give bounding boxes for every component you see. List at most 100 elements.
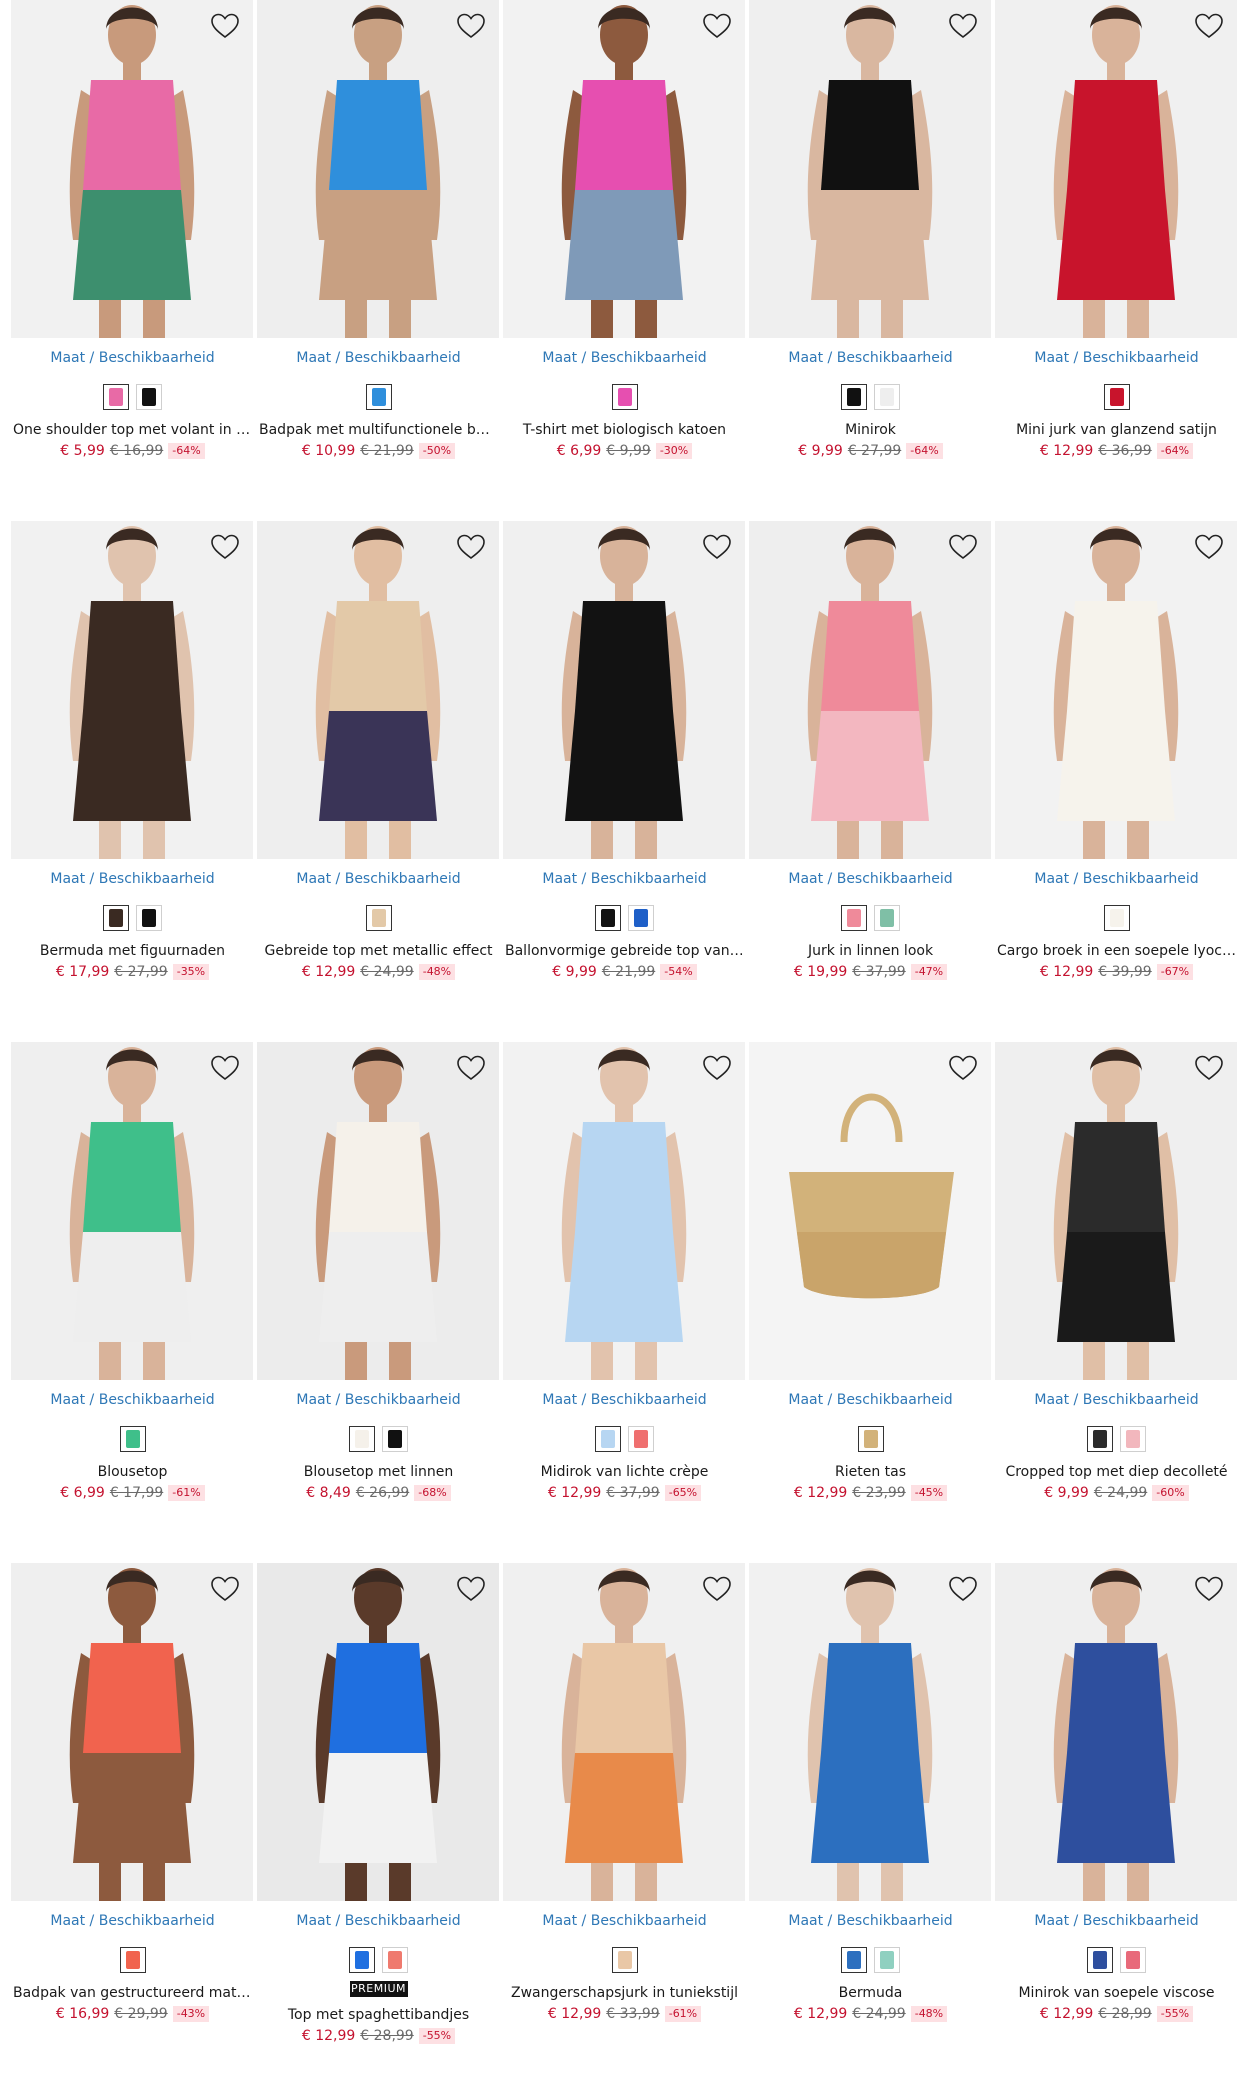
color-swatch[interactable] — [874, 905, 900, 931]
product-image[interactable] — [503, 1563, 745, 1901]
color-swatch[interactable] — [119, 1947, 146, 1973]
wishlist-heart-icon[interactable] — [947, 1052, 979, 1084]
color-swatch[interactable] — [136, 384, 162, 410]
color-swatch[interactable] — [841, 384, 867, 410]
product-name[interactable]: Jurk in linnen look — [749, 942, 992, 960]
wishlist-heart-icon[interactable] — [1193, 531, 1225, 563]
product-name[interactable]: Blousetop — [11, 1463, 254, 1481]
size-availability-link[interactable]: Maat / Beschikbaarheid — [749, 870, 992, 888]
product-image[interactable] — [11, 1563, 253, 1901]
wishlist-heart-icon[interactable] — [947, 1573, 979, 1605]
product-name[interactable]: Mini jurk van glanzend satijn — [995, 421, 1238, 439]
size-availability-link[interactable]: Maat / Beschikbaarheid — [11, 349, 254, 367]
product-name[interactable]: Minirok — [749, 421, 992, 439]
size-availability-link[interactable]: Maat / Beschikbaarheid — [995, 870, 1238, 888]
product-image[interactable] — [749, 521, 991, 859]
size-availability-link[interactable]: Maat / Beschikbaarheid — [257, 1391, 500, 1409]
size-availability-link[interactable]: Maat / Beschikbaarheid — [503, 1912, 746, 1930]
color-swatch[interactable] — [841, 1947, 867, 1973]
color-swatch[interactable] — [349, 1947, 375, 1973]
wishlist-heart-icon[interactable] — [701, 1052, 733, 1084]
wishlist-heart-icon[interactable] — [701, 10, 733, 42]
product-name[interactable]: Zwangerschapsjurk in tuniekstijl — [503, 1984, 746, 2002]
wishlist-heart-icon[interactable] — [947, 531, 979, 563]
product-name[interactable]: Midirok van lichte crèpe — [503, 1463, 746, 1481]
product-image[interactable] — [995, 1563, 1237, 1901]
color-swatch[interactable] — [1087, 1426, 1113, 1452]
color-swatch[interactable] — [595, 905, 621, 931]
size-availability-link[interactable]: Maat / Beschikbaarheid — [749, 1912, 992, 1930]
color-swatch[interactable] — [382, 1947, 408, 1973]
product-name[interactable]: Badpak van gestructureerd materia... — [11, 1984, 254, 2002]
product-image[interactable] — [257, 0, 499, 338]
color-swatch[interactable] — [857, 1426, 884, 1452]
color-swatch[interactable] — [874, 384, 900, 410]
product-name[interactable]: One shoulder top met volant in een... — [11, 421, 254, 439]
wishlist-heart-icon[interactable] — [1193, 1573, 1225, 1605]
color-swatch[interactable] — [1103, 905, 1130, 931]
wishlist-heart-icon[interactable] — [455, 1052, 487, 1084]
wishlist-heart-icon[interactable] — [455, 1573, 487, 1605]
color-swatch[interactable] — [628, 1426, 654, 1452]
size-availability-link[interactable]: Maat / Beschikbaarheid — [995, 349, 1238, 367]
product-image[interactable] — [749, 1042, 991, 1380]
wishlist-heart-icon[interactable] — [209, 10, 241, 42]
size-availability-link[interactable]: Maat / Beschikbaarheid — [995, 1912, 1238, 1930]
color-swatch[interactable] — [628, 905, 654, 931]
wishlist-heart-icon[interactable] — [1193, 10, 1225, 42]
color-swatch[interactable] — [1103, 384, 1130, 410]
product-image[interactable] — [503, 0, 745, 338]
size-availability-link[interactable]: Maat / Beschikbaarheid — [257, 870, 500, 888]
product-image[interactable] — [257, 521, 499, 859]
product-name[interactable]: Minirok van soepele viscose — [995, 1984, 1238, 2002]
wishlist-heart-icon[interactable] — [209, 1573, 241, 1605]
size-availability-link[interactable]: Maat / Beschikbaarheid — [11, 1912, 254, 1930]
product-name[interactable]: Badpak met multifunctionele bandjes — [257, 421, 500, 439]
size-availability-link[interactable]: Maat / Beschikbaarheid — [257, 349, 500, 367]
product-image[interactable] — [503, 521, 745, 859]
product-name[interactable]: Gebreide top met metallic effect — [257, 942, 500, 960]
wishlist-heart-icon[interactable] — [701, 531, 733, 563]
size-availability-link[interactable]: Maat / Beschikbaarheid — [11, 870, 254, 888]
color-swatch[interactable] — [1120, 1947, 1146, 1973]
product-name[interactable]: Rieten tas — [749, 1463, 992, 1481]
size-availability-link[interactable]: Maat / Beschikbaarheid — [503, 349, 746, 367]
product-image[interactable] — [11, 0, 253, 338]
color-swatch[interactable] — [119, 1426, 146, 1452]
color-swatch[interactable] — [103, 384, 129, 410]
product-name[interactable]: Top met spaghettibandjes — [257, 2006, 500, 2024]
wishlist-heart-icon[interactable] — [455, 10, 487, 42]
product-name[interactable]: Ballonvormige gebreide top van fij... — [503, 942, 746, 960]
color-swatch[interactable] — [1120, 1426, 1146, 1452]
size-availability-link[interactable]: Maat / Beschikbaarheid — [503, 1391, 746, 1409]
wishlist-heart-icon[interactable] — [1193, 1052, 1225, 1084]
color-swatch[interactable] — [382, 1426, 408, 1452]
product-image[interactable] — [995, 521, 1237, 859]
wishlist-heart-icon[interactable] — [947, 10, 979, 42]
product-name[interactable]: Bermuda met figuurnaden — [11, 942, 254, 960]
color-swatch[interactable] — [611, 1947, 638, 1973]
product-image[interactable] — [257, 1563, 499, 1901]
color-swatch[interactable] — [611, 384, 638, 410]
color-swatch[interactable] — [103, 905, 129, 931]
product-name[interactable]: Blousetop met linnen — [257, 1463, 500, 1481]
color-swatch[interactable] — [349, 1426, 375, 1452]
size-availability-link[interactable]: Maat / Beschikbaarheid — [503, 870, 746, 888]
product-image[interactable] — [995, 0, 1237, 338]
wishlist-heart-icon[interactable] — [209, 1052, 241, 1084]
color-swatch[interactable] — [365, 905, 392, 931]
product-image[interactable] — [749, 1563, 991, 1901]
color-swatch[interactable] — [874, 1947, 900, 1973]
product-image[interactable] — [11, 1042, 253, 1380]
wishlist-heart-icon[interactable] — [209, 531, 241, 563]
color-swatch[interactable] — [841, 905, 867, 931]
product-image[interactable] — [11, 521, 253, 859]
product-image[interactable] — [995, 1042, 1237, 1380]
product-name[interactable]: T-shirt met biologisch katoen — [503, 421, 746, 439]
size-availability-link[interactable]: Maat / Beschikbaarheid — [749, 1391, 992, 1409]
product-image[interactable] — [503, 1042, 745, 1380]
color-swatch[interactable] — [595, 1426, 621, 1452]
size-availability-link[interactable]: Maat / Beschikbaarheid — [749, 349, 992, 367]
wishlist-heart-icon[interactable] — [701, 1573, 733, 1605]
product-name[interactable]: Cropped top met diep decolleté — [995, 1463, 1238, 1481]
